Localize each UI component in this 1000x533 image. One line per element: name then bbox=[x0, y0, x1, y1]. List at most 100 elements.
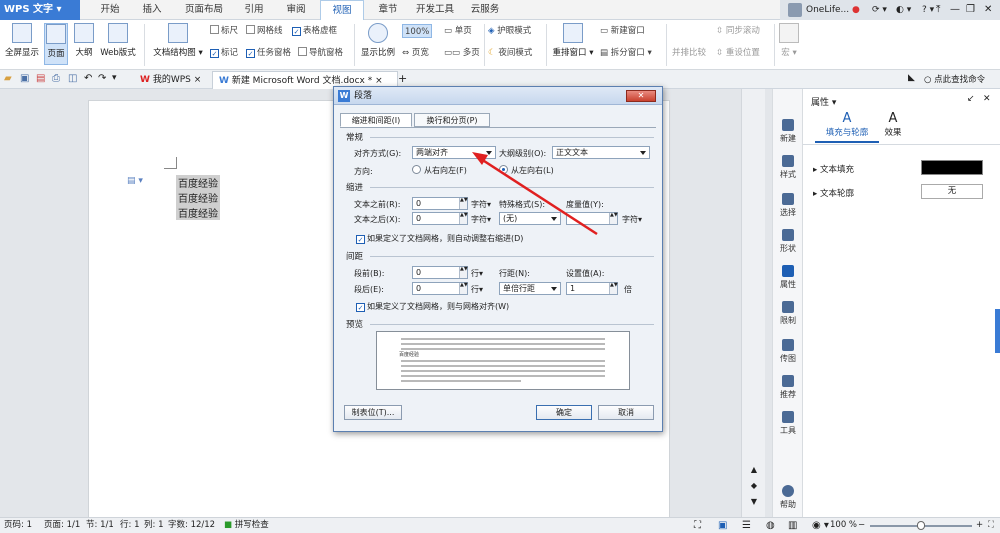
tab-reference[interactable]: 引用 bbox=[236, 0, 272, 20]
wps-app-button[interactable]: WPS 文字 ▾ bbox=[0, 0, 80, 20]
tab-page-layout[interactable]: 页面布局 bbox=[178, 0, 230, 20]
zoom-value[interactable]: 100 % bbox=[830, 518, 857, 533]
text-fill-row[interactable]: ▸ 文本填充 bbox=[813, 163, 854, 175]
rb-recommend[interactable]: 推荐 bbox=[773, 375, 803, 400]
text-outline-row[interactable]: ▸ 文本轮廓 bbox=[813, 187, 854, 199]
dialog-title-bar[interactable]: W 段落 ✕ bbox=[334, 87, 662, 105]
split-window-button[interactable]: ▤ 拆分窗口 ▾ bbox=[600, 46, 652, 60]
search-command[interactable]: ○ 点此查找命令 bbox=[924, 73, 985, 85]
tab-chapter[interactable]: 章节 bbox=[370, 0, 406, 20]
rb-upload-image[interactable]: 传图 bbox=[773, 339, 803, 364]
rb-tools[interactable]: 工具 bbox=[773, 411, 803, 436]
spinner-icon[interactable]: ▲▼ bbox=[609, 213, 618, 224]
document-text[interactable]: 百度经验 百度经验 百度经验 bbox=[176, 175, 220, 220]
bell-icon[interactable]: ● bbox=[852, 0, 860, 20]
spinner-icon[interactable]: ▲▼ bbox=[459, 283, 468, 294]
space-after-input[interactable]: 0 ▲▼ bbox=[412, 282, 468, 295]
page-view-icon[interactable]: ▣ bbox=[718, 518, 727, 533]
ok-button[interactable]: 确定 bbox=[536, 405, 592, 420]
special-format-select[interactable]: (无) bbox=[499, 212, 561, 225]
scroll-down-icon[interactable]: ▼ bbox=[747, 497, 761, 507]
night-mode-button[interactable]: ☾ 夜间模式 bbox=[488, 46, 532, 60]
page-view-button[interactable]: 页面 bbox=[44, 23, 68, 65]
tab-fill-outline[interactable]: A 填充与轮廓 bbox=[815, 111, 879, 143]
outline-level-select[interactable]: 正文文本 bbox=[552, 146, 650, 159]
rb-style[interactable]: 样式 bbox=[773, 155, 803, 180]
panel-collapse-handle[interactable] bbox=[995, 309, 1000, 353]
marks-checkbox[interactable]: ✓ 标记 bbox=[210, 46, 238, 60]
eye-mode-button[interactable]: ◈ 护眼模式 bbox=[488, 24, 531, 38]
minimize-icon[interactable]: — bbox=[950, 0, 960, 20]
macro-button[interactable]: 宏 ▾ bbox=[778, 23, 800, 58]
line-spacing-select[interactable]: 单倍行距 bbox=[499, 282, 561, 295]
restore-icon[interactable]: ❐ bbox=[966, 0, 975, 20]
spell-check[interactable]: ■ 拼写检查 bbox=[224, 518, 269, 533]
ruler-checkbox[interactable]: 标尺 bbox=[210, 24, 238, 38]
export-pdf-icon[interactable]: ▤ bbox=[36, 73, 45, 84]
tab-view[interactable]: 视图 bbox=[320, 0, 364, 20]
account-name[interactable]: OneLife... bbox=[806, 0, 849, 20]
tab-cloud[interactable]: 云服务 bbox=[464, 0, 506, 20]
rb-properties[interactable]: 属性 bbox=[773, 265, 803, 290]
doc-map-button[interactable]: 文档结构图 ▾ bbox=[150, 23, 206, 58]
task-pane-checkbox[interactable]: ✓ 任务窗格 bbox=[246, 46, 291, 60]
zoom-in-icon[interactable]: + bbox=[976, 518, 983, 533]
scroll-up-icon[interactable]: ▲ bbox=[747, 465, 761, 475]
close-icon[interactable]: × bbox=[194, 75, 202, 85]
tab-review[interactable]: 审阅 bbox=[278, 0, 314, 20]
rb-shape[interactable]: 形状 bbox=[773, 229, 803, 254]
tab-effect[interactable]: A 效果 bbox=[875, 111, 911, 143]
rb-restrict[interactable]: 限制 bbox=[773, 301, 803, 326]
close-icon[interactable]: ✕ bbox=[626, 90, 656, 102]
outline-view-button[interactable]: 大纲 bbox=[72, 23, 96, 58]
space-before-input[interactable]: 0 ▲▼ bbox=[412, 266, 468, 279]
spinner-icon[interactable]: ▲▼ bbox=[609, 283, 618, 294]
new-tab-icon[interactable]: + bbox=[398, 72, 407, 85]
before-text-input[interactable]: 0 ▲▼ bbox=[412, 197, 468, 210]
close-icon[interactable]: ✕ bbox=[984, 0, 992, 20]
rb-select[interactable]: 选择 bbox=[773, 193, 803, 218]
help-icon[interactable]: ? ▾ bbox=[922, 0, 934, 20]
after-text-input[interactable]: 0 ▲▼ bbox=[412, 212, 468, 225]
measure-unit[interactable]: 字符▾ bbox=[622, 214, 642, 225]
tab-dev-tools[interactable]: 开发工具 bbox=[410, 0, 460, 20]
rtl-radio[interactable]: 从右向左(F) bbox=[412, 165, 467, 176]
save-icon[interactable]: ▣ bbox=[20, 73, 29, 84]
vertical-scrollbar[interactable]: ▲ ◆ ▼ bbox=[741, 89, 765, 517]
single-page-button[interactable]: ▭ 单页 bbox=[444, 24, 472, 38]
web-view-button[interactable]: Web版式 bbox=[98, 23, 138, 58]
arrange-windows-button[interactable]: 重排窗口 ▾ bbox=[550, 23, 596, 58]
reset-position-button[interactable]: ⇳ 重设位置 bbox=[716, 46, 760, 60]
fit-icon[interactable]: ⛶ bbox=[988, 518, 994, 533]
web-view-icon[interactable]: ◍ bbox=[766, 518, 775, 533]
eye-icon[interactable]: ◉ ▾ bbox=[812, 518, 829, 533]
cancel-button[interactable]: 取消 bbox=[598, 405, 654, 420]
side-by-side-button[interactable]: 并排比较 bbox=[672, 46, 706, 60]
measure-input[interactable]: ▲▼ bbox=[566, 212, 618, 225]
full-screen-button[interactable]: 全屏显示 bbox=[4, 23, 40, 58]
tab-indent-spacing[interactable]: 缩进和间距(I) bbox=[340, 113, 412, 127]
preview-icon[interactable]: ◫ bbox=[68, 73, 77, 84]
panel-title[interactable]: 属性 ▾ bbox=[811, 95, 836, 108]
tab-line-page-break[interactable]: 换行和分页(P) bbox=[414, 113, 490, 127]
focus-mode-icon[interactable]: ⛶ bbox=[694, 518, 701, 533]
tab-my-wps[interactable]: W 我的WPS × bbox=[134, 71, 212, 89]
table-border-checkbox[interactable]: ✓ 表格虚框 bbox=[292, 24, 337, 38]
tabs-button[interactable]: 制表位(T)... bbox=[344, 405, 402, 420]
spinner-icon[interactable]: ▲▼ bbox=[459, 213, 468, 224]
sync-scroll-button[interactable]: ⇳ 同步滚动 bbox=[716, 24, 760, 38]
nav-pane-checkbox[interactable]: 导航窗格 bbox=[298, 46, 343, 60]
zoom-out-icon[interactable]: − bbox=[858, 518, 865, 533]
spinner-icon[interactable]: ▲▼ bbox=[459, 198, 468, 209]
zoom-slider-thumb[interactable] bbox=[917, 521, 925, 530]
auto-indent-checkbox[interactable]: ✓ 如果定义了文档网格，则自动调整右缩进(D) bbox=[356, 233, 523, 244]
scroll-prev-icon[interactable]: ◆ bbox=[747, 481, 761, 491]
set-value-input[interactable]: 1 ▲▼ bbox=[566, 282, 618, 295]
snap-grid-checkbox[interactable]: ✓ 如果定义了文档网格，则与网格对齐(W) bbox=[356, 301, 509, 312]
upload-icon[interactable]: ⤒ bbox=[936, 0, 940, 20]
zoom-ratio-button[interactable]: 显示比例 bbox=[358, 23, 398, 58]
ribbon-toggle-icon[interactable]: ◣ bbox=[908, 73, 915, 83]
close-icon[interactable]: ✕ bbox=[983, 94, 991, 104]
collapse-icon[interactable]: ↙ bbox=[967, 94, 975, 104]
rb-help[interactable]: 帮助 bbox=[773, 485, 803, 510]
